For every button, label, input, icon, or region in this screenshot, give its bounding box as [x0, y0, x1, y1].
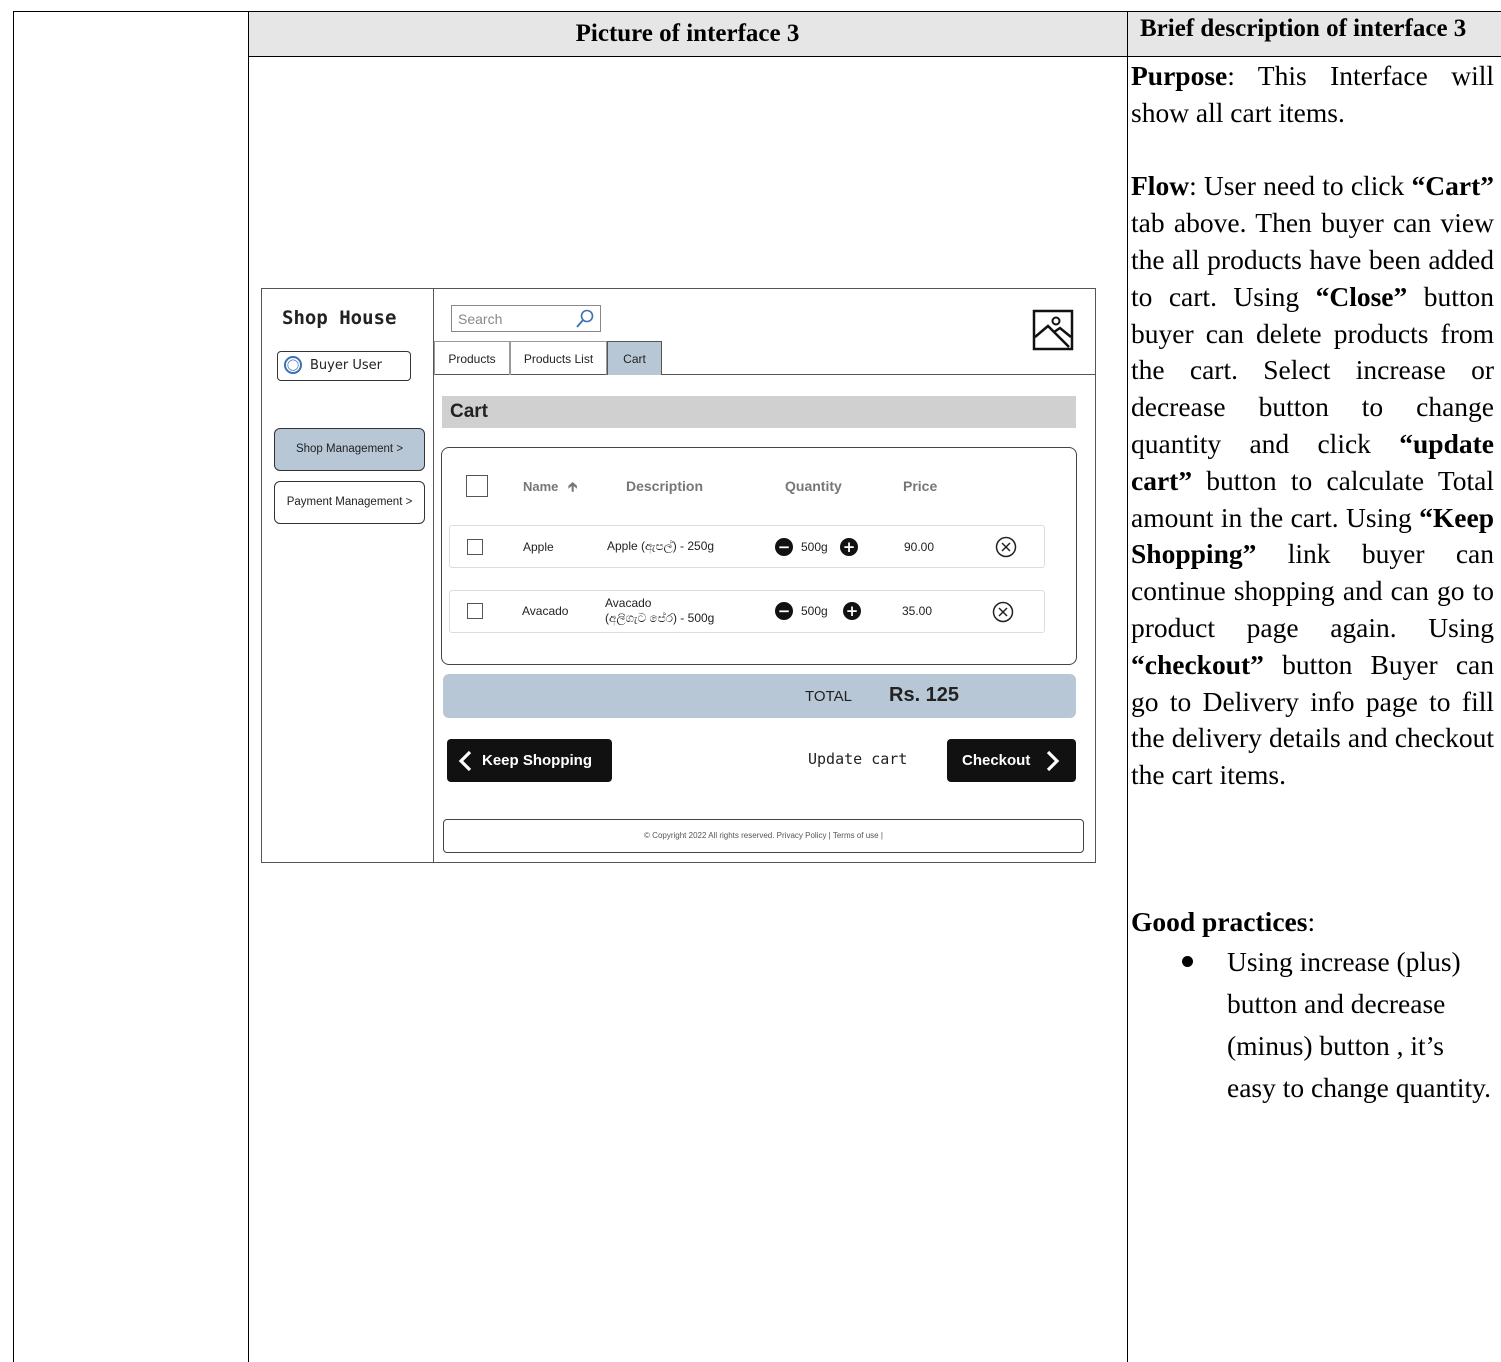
increase-quantity-button[interactable]: + [840, 538, 858, 556]
good-practices-list: Using increase (plus) button and decreas… [1131, 941, 1494, 1109]
good-practice-item: Using increase (plus) button and decreas… [1182, 941, 1494, 1109]
cart-interface-mockup: Shop House ◯ Buyer User Shop Management … [261, 288, 1096, 863]
keep-shopping-button[interactable]: Keep Shopping [447, 739, 612, 782]
column-divider-2 [1127, 11, 1128, 1362]
checkout-button[interactable]: Checkout [947, 739, 1076, 782]
row-name: Avacado [522, 604, 569, 618]
sort-up-icon[interactable]: 🡱 [568, 479, 577, 494]
description-header: Brief description of interface 3 [1140, 15, 1467, 42]
table-top-border [13, 11, 1501, 12]
cart-title: Cart [442, 396, 1076, 428]
column-header-name-label: Name [523, 479, 559, 494]
keep-shopping-label: Keep Shopping [482, 752, 592, 769]
user-badge[interactable]: ◯ Buyer User [277, 351, 411, 381]
interface-description: Purpose: This Interface will show all ca… [1131, 58, 1494, 1109]
search-input[interactable]: Search [451, 305, 601, 332]
footer: © Copyright 2022 All rights reserved. Pr… [443, 819, 1084, 853]
select-all-checkbox[interactable] [466, 475, 488, 497]
header-bottom-border [248, 56, 1501, 57]
row-price: 35.00 [902, 604, 933, 618]
tab-cart[interactable]: Cart [607, 341, 662, 375]
row-description: Avacado [605, 596, 652, 610]
tab-bar: Products Products List Cart [434, 341, 1095, 375]
good-practices-heading: Good practices: [1131, 904, 1494, 941]
flow-paragraph: Flow: User need to click “Cart” tab abov… [1131, 168, 1494, 794]
column-header-name[interactable]: Name 🡱 [523, 478, 577, 500]
flow-close: “Close” [1315, 280, 1408, 312]
nav-payment-management[interactable]: Payment Management > [274, 481, 425, 524]
flow-text: : User need to click [1189, 170, 1412, 202]
column-header-price: Price [903, 478, 938, 494]
total-bar: TOTAL Rs. 125 [443, 674, 1076, 718]
row-quantity: 500g [801, 540, 828, 554]
tab-products[interactable]: Products [434, 341, 510, 375]
column-divider-1 [248, 11, 249, 1362]
decrease-quantity-button[interactable]: − [775, 538, 793, 556]
row-price: 90.00 [904, 540, 935, 554]
purpose-paragraph: Purpose: This Interface will show all ca… [1131, 58, 1494, 132]
user-icon: ◯ [284, 356, 302, 374]
nav-shop-management[interactable]: Shop Management > [274, 428, 425, 471]
increase-quantity-button[interactable]: + [843, 602, 861, 620]
tab-products-list[interactable]: Products List [510, 341, 607, 375]
search-placeholder: Search [458, 311, 503, 327]
row-quantity: 500g [801, 604, 828, 618]
row-name: Apple [523, 540, 554, 554]
row-checkbox[interactable] [467, 539, 483, 555]
update-cart-link[interactable]: Update cart [808, 750, 907, 768]
flow-cart: “Cart” [1411, 170, 1494, 202]
picture-header: Picture of interface 3 [575, 20, 800, 47]
table-left-border [13, 11, 14, 1362]
good-practices-colon: : [1307, 905, 1316, 937]
brand-title: Shop House [282, 307, 397, 329]
sidebar: Shop House ◯ Buyer User Shop Management … [262, 289, 434, 862]
column-header-description: Description [626, 478, 704, 494]
table-row: Apple Apple (ඇපල්) - 250g − 500g + 90.00 [449, 525, 1045, 568]
flow-label: Flow [1131, 170, 1190, 202]
total-label: TOTAL [805, 688, 852, 705]
cart-table: Name 🡱 Description Quantity Price Apple … [441, 447, 1077, 665]
column-header-quantity: Quantity [785, 478, 842, 494]
good-practices-label: Good practices [1131, 905, 1308, 937]
total-value: Rs. 125 [889, 684, 960, 706]
row-checkbox[interactable] [467, 603, 483, 619]
checkout-label: Checkout [962, 752, 1031, 769]
row-description: Apple (ඇපල්) - 250g [607, 539, 715, 553]
search-icon[interactable] [574, 308, 596, 330]
close-icon[interactable] [995, 536, 1017, 558]
decrease-quantity-button[interactable]: − [775, 602, 793, 620]
flow-checkout: “checkout” [1131, 648, 1264, 680]
user-label: Buyer User [310, 358, 382, 373]
purpose-label: Purpose [1131, 60, 1228, 91]
close-icon[interactable] [992, 601, 1014, 623]
chevron-right-icon [1046, 750, 1060, 772]
chevron-left-icon [458, 750, 472, 772]
row-description-line-2: (අලිගැට පේර) - 500g [605, 611, 715, 625]
table-row: Avacado Avacado (අලිගැට පේර) - 500g − 50… [449, 590, 1045, 633]
